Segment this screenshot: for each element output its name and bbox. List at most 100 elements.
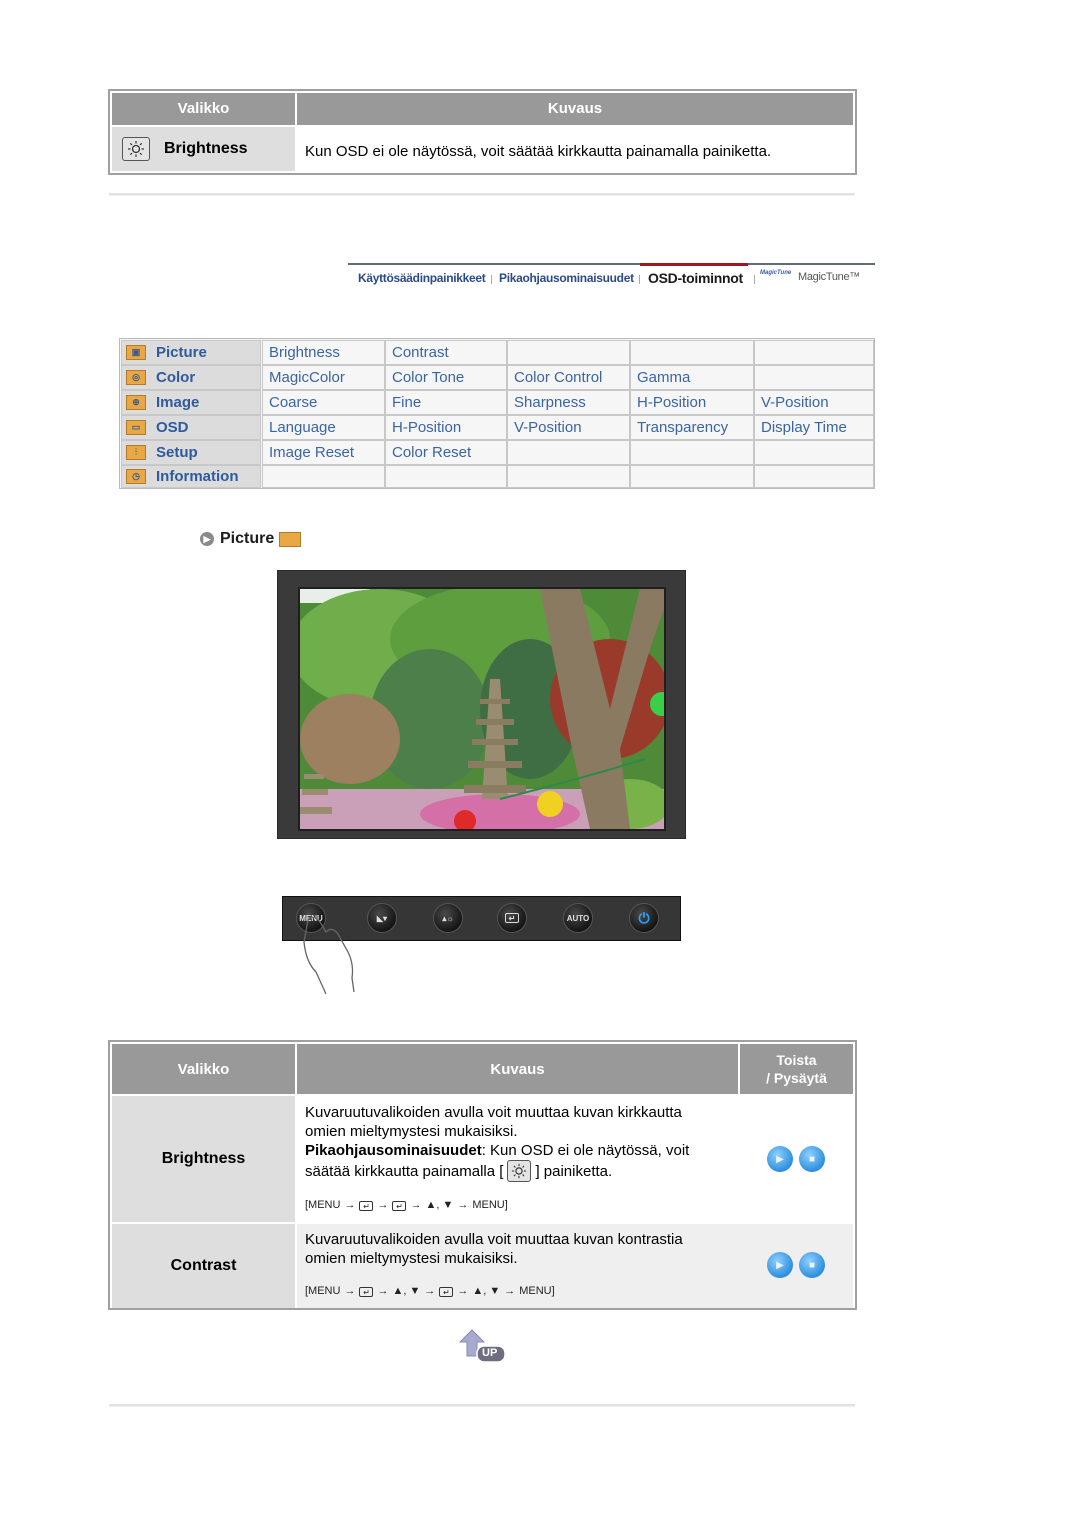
osd-item-fine[interactable]: Fine — [385, 390, 507, 415]
play-button[interactable]: ▶ — [767, 1252, 793, 1278]
tab-separator — [754, 275, 755, 284]
desc-cell-brightness: Kuvaruutuvalikoiden avulla voit muuttaa … — [305, 1103, 735, 1215]
tab-magictune[interactable]: MagicTune™ — [798, 271, 860, 283]
picture-icon — [279, 531, 302, 547]
osd-item-empty — [754, 440, 874, 465]
osd-menu-picture[interactable]: ▣ Picture — [121, 340, 261, 365]
photo-scene — [300, 589, 664, 829]
osd-item-empty — [507, 340, 630, 365]
tab-kayttosaadinpainikkeet[interactable]: Käyttösäädinpainikkeet — [358, 271, 486, 285]
enter-icon: ↵ — [392, 1200, 407, 1211]
osd-item-magiccolor[interactable]: MagicColor — [262, 365, 385, 390]
enter-icon: ↵ — [505, 913, 519, 923]
osd-item-osd-v-position[interactable]: V-Position — [507, 415, 630, 440]
osd-item-contrast[interactable]: Contrast — [385, 340, 507, 365]
header-text: / Pysäytä — [766, 1070, 827, 1086]
description-cell: Kun OSD ei ole näytössä, voit säätää kir… — [305, 143, 772, 160]
osd-item-coarse[interactable]: Coarse — [262, 390, 385, 415]
key-sequence: [MENU → ↵ → ▲, ▼ → ↵ → ▲, ▼ → MENU] — [305, 1282, 735, 1301]
menu-label: Picture — [156, 344, 207, 361]
desc-text: Kuvaruutuvalikoiden avulla voit muuttaa … — [305, 1231, 683, 1248]
osd-item-empty — [385, 465, 507, 488]
top-menu-table: Valikko Kuvaus Brightness Kun OSD ei ole… — [108, 89, 857, 175]
brightness-sun-icon — [507, 1160, 532, 1182]
osd-item-color-tone[interactable]: Color Tone — [385, 365, 507, 390]
osd-item-empty — [630, 465, 754, 488]
up-label: UP — [482, 1347, 498, 1359]
up-down-icon: ▲, ▼ — [392, 1285, 421, 1297]
osd-menu-setup[interactable]: ⫶ Setup — [121, 440, 261, 465]
osd-item-v-position[interactable]: V-Position — [754, 390, 874, 415]
osd-item-empty — [262, 465, 385, 488]
seq-token: [MENU — [305, 1285, 341, 1297]
osd-item-gamma[interactable]: Gamma — [630, 365, 754, 390]
osd-menu-osd[interactable]: ▭ OSD — [121, 415, 261, 440]
enter-icon: ↵ — [439, 1286, 454, 1297]
enter-button[interactable]: ↵ — [497, 903, 527, 933]
osd-item-language[interactable]: Language — [262, 415, 385, 440]
menu-label: Color — [156, 369, 196, 386]
picture-icon: ▣ — [126, 345, 146, 360]
tab-pikaohjausominaisuudet[interactable]: Pikaohjausominaisuudet — [499, 271, 634, 285]
header-kuvaus: Kuvaus — [297, 1044, 738, 1094]
section-title: ▶ Picture — [200, 530, 302, 548]
key-sequence: [MENU → ↵ → ↵ → ▲, ▼ → MENU] — [305, 1196, 735, 1215]
power-button[interactable]: ⏻ — [629, 903, 659, 933]
header-valikko: Valikko — [112, 1044, 295, 1094]
header-text: Kuvaus — [490, 1060, 545, 1078]
osd-item-h-position[interactable]: H-Position — [630, 390, 754, 415]
osd-item-image-reset[interactable]: Image Reset — [262, 440, 385, 465]
menu-label: Setup — [156, 444, 198, 461]
auto-button[interactable]: AUTO — [563, 903, 593, 933]
setup-icon: ⫶ — [126, 445, 146, 460]
play-button[interactable]: ▶ — [767, 1146, 793, 1172]
osd-item-empty — [630, 340, 754, 365]
menu-label: Information — [156, 468, 239, 485]
arrow-icon: → — [344, 1199, 356, 1211]
osd-item-transparency[interactable]: Transparency — [630, 415, 754, 440]
osd-menu-information[interactable]: ◷ Information — [121, 465, 261, 488]
up-brightness-button[interactable]: ▴☼ — [433, 903, 463, 933]
enter-icon: ↵ — [359, 1286, 374, 1297]
up-brightness-icon: ▴☼ — [442, 913, 454, 923]
osd-item-color-control[interactable]: Color Control — [507, 365, 630, 390]
header-kuvaus: Kuvaus — [297, 93, 853, 125]
osd-item-sharpness[interactable]: Sharpness — [507, 390, 630, 415]
desc-text: säätää kirkkautta painamalla [ — [305, 1162, 504, 1180]
seq-token: MENU] — [519, 1285, 555, 1297]
osd-item-brightness[interactable]: Brightness — [262, 340, 385, 365]
monitor-illustration — [277, 570, 686, 839]
header-text: Toista — [776, 1052, 817, 1068]
osd-item-color-reset[interactable]: Color Reset — [385, 440, 507, 465]
osd-item-osd-h-position[interactable]: H-Position — [385, 415, 507, 440]
menu-cell-brightness: Brightness — [112, 1096, 295, 1222]
arrow-icon: → — [457, 1285, 469, 1297]
back-to-top-button[interactable]: UP — [458, 1328, 508, 1364]
desc-text: : Kun OSD ei ole näytössä, voit — [481, 1142, 690, 1159]
image-icon: ⊕ — [126, 395, 146, 410]
osd-item-empty — [754, 465, 874, 488]
enter-icon: ↵ — [359, 1200, 374, 1211]
tab-osd-toiminnot[interactable]: OSD-toiminnot — [648, 270, 743, 286]
stop-button[interactable]: ■ — [799, 1146, 825, 1172]
magictune-logo-icon: MagicTune — [760, 270, 792, 276]
quick-function-label: Pikaohjausominaisuudet — [305, 1142, 482, 1159]
up-down-icon: ▲, ▼ — [425, 1199, 454, 1211]
menu-cell-contrast: Contrast — [112, 1224, 295, 1308]
osd-item-empty — [507, 465, 630, 488]
power-icon: ⏻ — [638, 909, 650, 926]
desc-text: omien mieltymystesi mukaisiksi. — [305, 1123, 518, 1140]
desc-text: ] painiketta. — [535, 1162, 613, 1180]
desc-text: Kuvaruutuvalikoiden avulla voit muuttaa … — [305, 1104, 682, 1121]
seq-token: [MENU — [305, 1199, 341, 1211]
magicbright-down-button[interactable]: ◣▾ — [367, 903, 397, 933]
osd-menu-image[interactable]: ⊕ Image — [121, 390, 261, 415]
section-divider — [109, 193, 855, 196]
osd-menu-color[interactable]: ◎ Color — [121, 365, 261, 390]
stop-button[interactable]: ■ — [799, 1252, 825, 1278]
section-title-text: Picture — [220, 530, 275, 547]
osd-item-display-time[interactable]: Display Time — [754, 415, 874, 440]
menu-label: Image — [156, 394, 200, 411]
menu-label: Brightness — [161, 1150, 246, 1167]
tab-separator — [491, 275, 492, 284]
